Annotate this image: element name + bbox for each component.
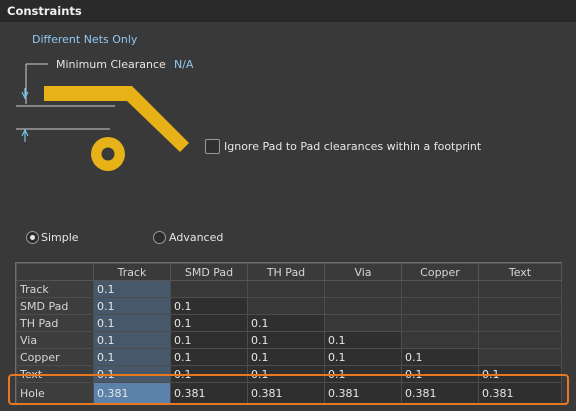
row-header-track: Track (16, 280, 94, 298)
row-header-copper: Copper (16, 348, 94, 366)
advanced-radio-label: Advanced (169, 231, 224, 244)
table-row: TH Pad 0.1 0.1 0.1 (16, 314, 562, 332)
column-header-text: Text (478, 263, 562, 281)
ignore-pad-checkbox[interactable] (205, 139, 220, 154)
clearance-cell[interactable]: 0.1 (170, 331, 248, 349)
clearance-cell[interactable]: 0.1 (247, 314, 325, 332)
column-header-track: Track (93, 263, 171, 281)
clearance-cell[interactable]: 0.1 (170, 297, 248, 315)
table-row: Copper 0.1 0.1 0.1 0.1 0.1 (16, 348, 562, 366)
clearance-cell[interactable]: 0.1 (93, 348, 171, 366)
clearance-cell[interactable]: 0.1 (93, 314, 171, 332)
clearance-cell[interactable]: 0.1 (324, 331, 402, 349)
minimum-clearance-value[interactable]: N/A (174, 58, 193, 71)
clearance-cell[interactable]: 0.1 (93, 297, 171, 315)
simple-radio[interactable] (26, 231, 39, 244)
matrix-corner-cell (16, 263, 94, 281)
simple-radio-label: Simple (41, 231, 79, 244)
clearance-cell[interactable]: 0.1 (324, 348, 402, 366)
table-row: SMD Pad 0.1 0.1 (16, 297, 562, 315)
column-header-th-pad: TH Pad (247, 263, 325, 281)
clearance-cell[interactable]: 0.1 (170, 348, 248, 366)
clearance-diagram (16, 63, 189, 171)
net-scope-dropdown[interactable]: Different Nets Only (32, 33, 137, 46)
row-header-smd-pad: SMD Pad (16, 297, 94, 315)
minimum-clearance-label: Minimum Clearance (56, 58, 166, 71)
panel-title: Constraints (7, 4, 82, 18)
table-row: Via 0.1 0.1 0.1 0.1 (16, 331, 562, 349)
table-row: Track 0.1 (16, 280, 562, 298)
clearance-cell[interactable]: 0.1 (170, 314, 248, 332)
ignore-pad-checkbox-label: Ignore Pad to Pad clearances within a fo… (224, 140, 482, 153)
row-header-th-pad: TH Pad (16, 314, 94, 332)
pad-hole-shape (101, 147, 115, 161)
column-header-copper: Copper (401, 263, 479, 281)
panel-title-bar: Constraints (0, 0, 576, 22)
column-header-smd-pad: SMD Pad (170, 263, 248, 281)
clearance-cell[interactable]: 0.1 (247, 348, 325, 366)
clearance-cell[interactable]: 0.1 (401, 348, 479, 366)
row-header-via: Via (16, 331, 94, 349)
matrix-header-row: Track SMD Pad TH Pad Via Copper Text (16, 263, 562, 281)
clearance-cell[interactable]: 0.1 (93, 280, 171, 298)
hole-row-highlight (8, 374, 569, 405)
clearance-cell[interactable]: 0.1 (247, 331, 325, 349)
advanced-radio[interactable] (153, 231, 166, 244)
clearance-cell[interactable]: 0.1 (93, 331, 171, 349)
column-header-via: Via (324, 263, 402, 281)
